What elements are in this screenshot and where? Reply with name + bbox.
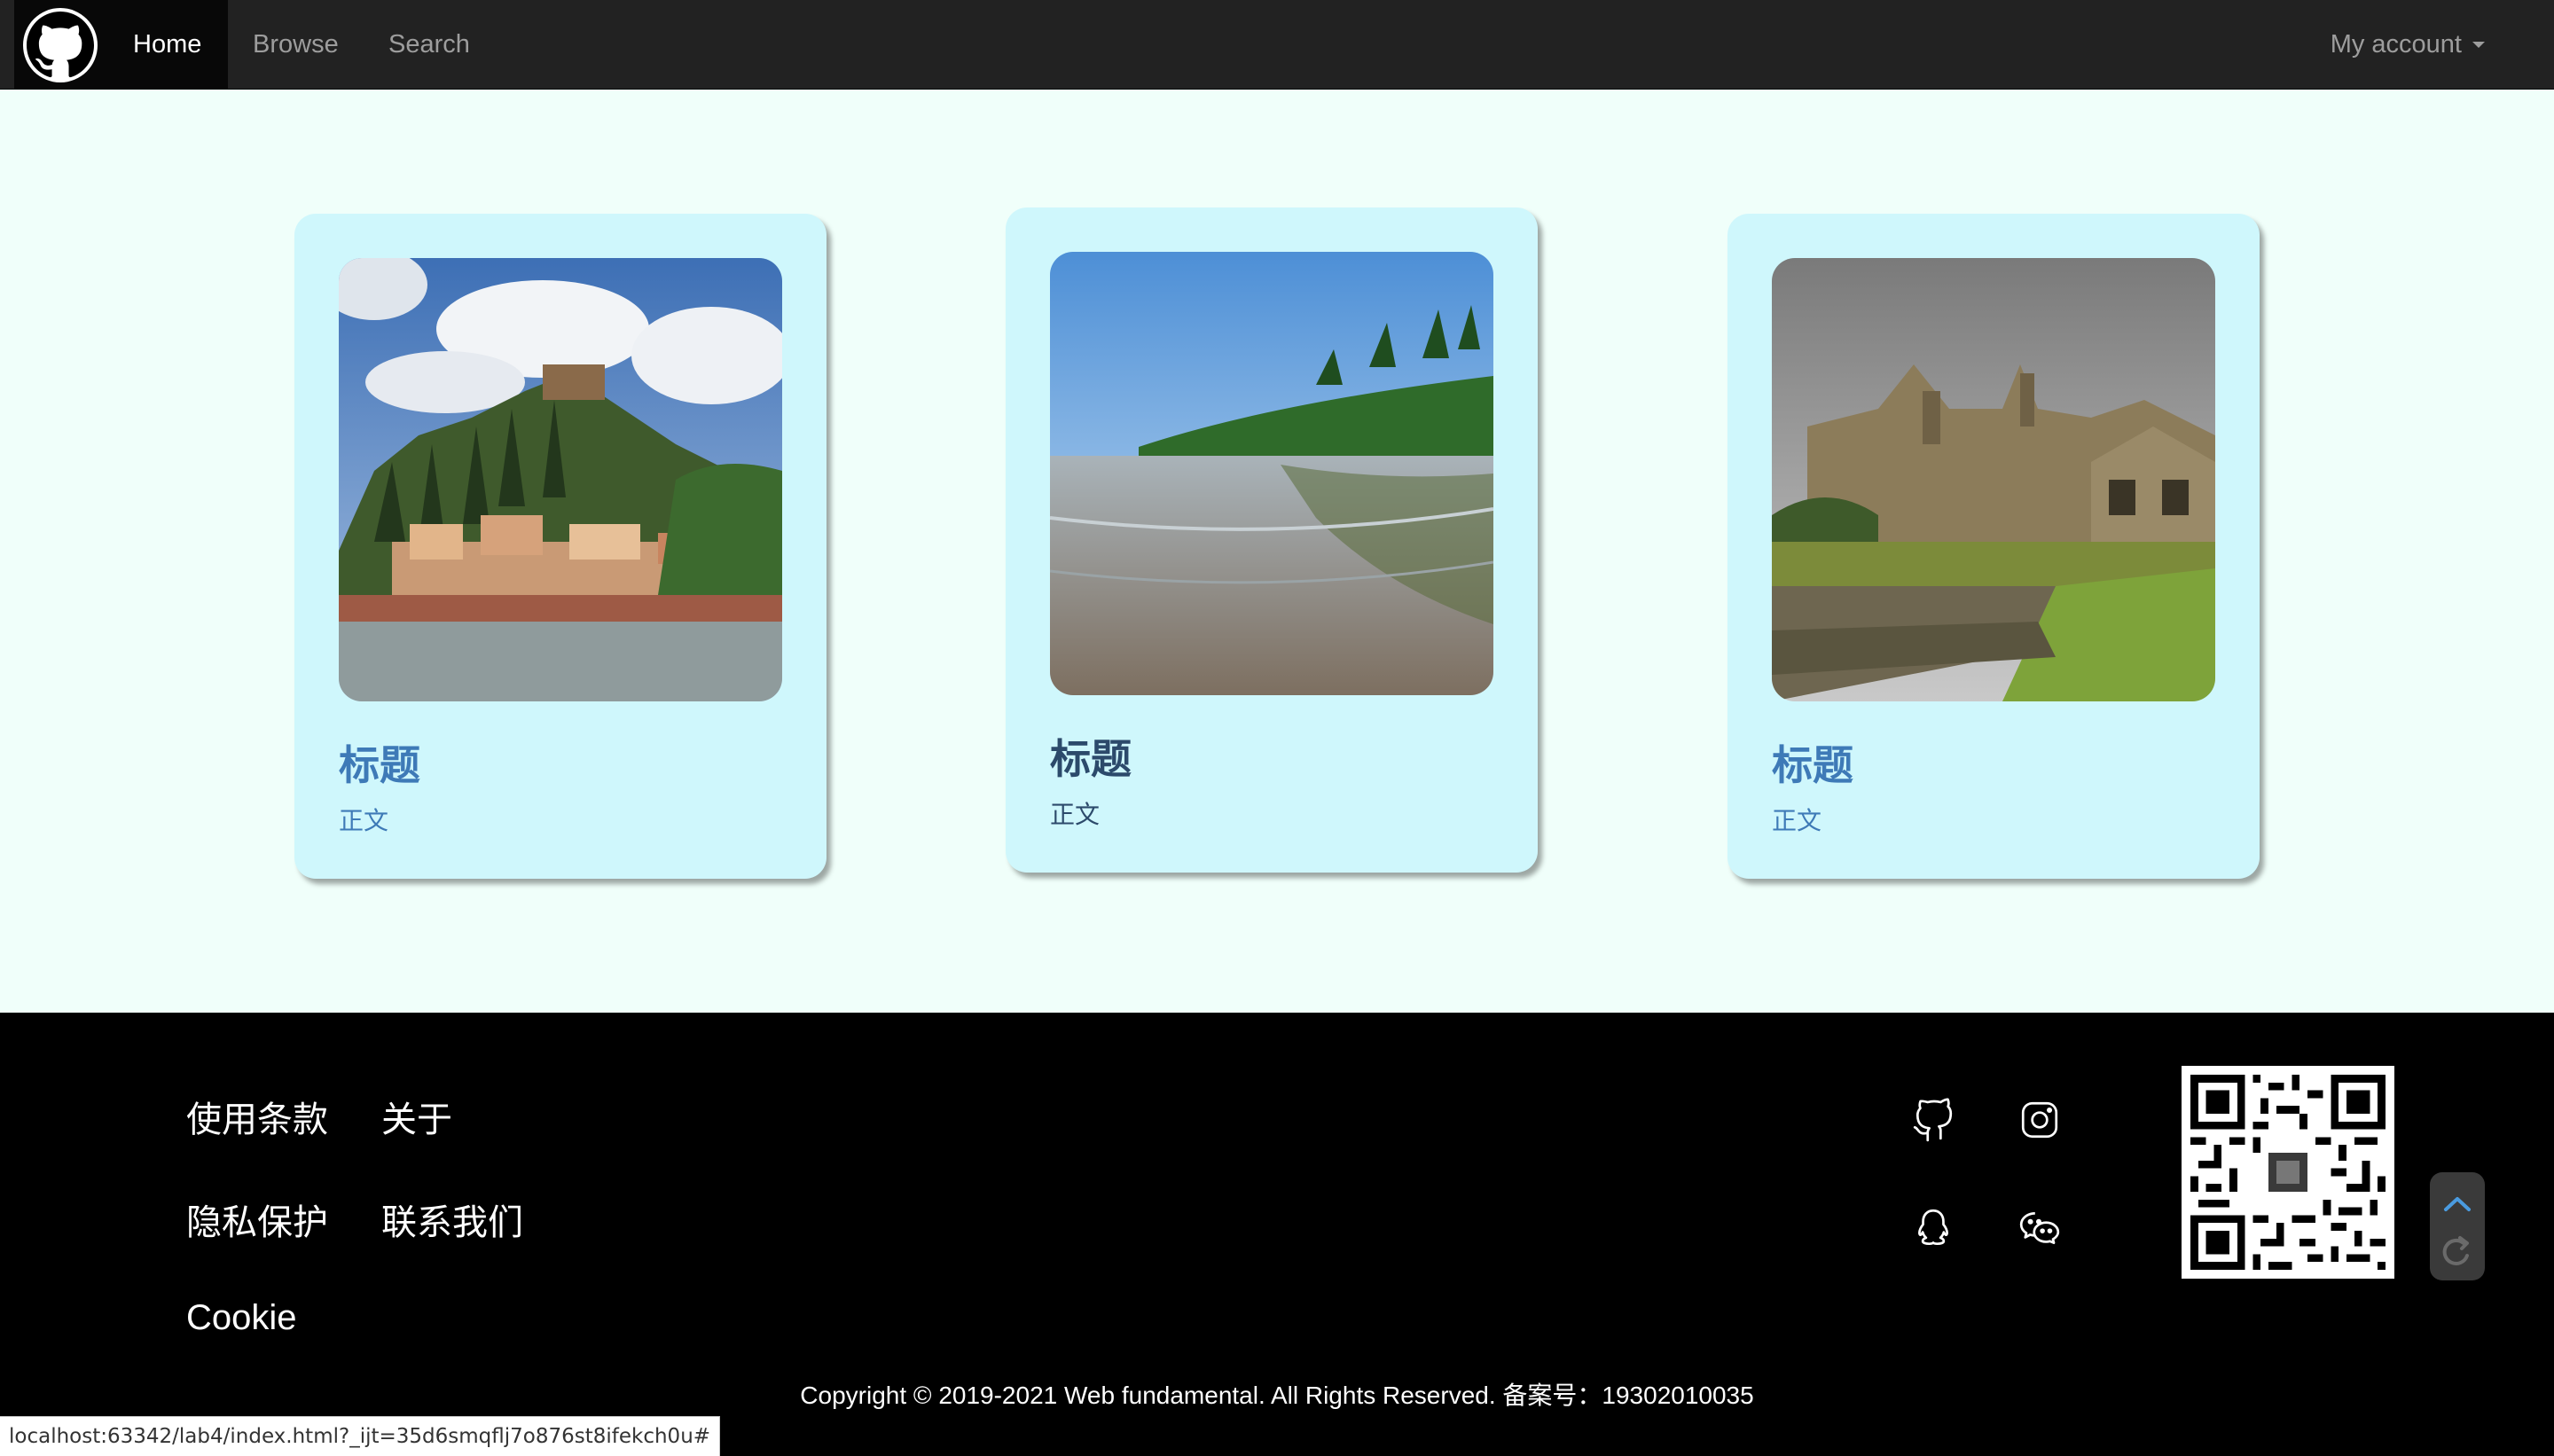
card-3: 标题 正文: [1727, 214, 2260, 879]
github-icon[interactable]: [1911, 1098, 1955, 1142]
card-title[interactable]: 标题: [1772, 733, 1853, 792]
qr-code-image: [2182, 1066, 2394, 1279]
brand-logo-link[interactable]: [14, 0, 106, 90]
palm-beach-photo: [1050, 252, 1493, 695]
card-body-text: 正文: [1772, 807, 1822, 834]
footer-link-terms[interactable]: 使用条款: [186, 1091, 328, 1142]
card-1: 标题 正文: [294, 214, 827, 879]
wechat-icon[interactable]: [2017, 1206, 2062, 1250]
footer-link-contact[interactable]: 联系我们: [381, 1194, 523, 1245]
footer-link-privacy[interactable]: 隐私保护: [186, 1194, 328, 1245]
card-2: 标题 正文: [1006, 207, 1538, 873]
gothic-college-photo: [1772, 258, 2215, 701]
caret-down-icon: [2472, 42, 2485, 48]
footer-link-about[interactable]: 关于: [381, 1091, 452, 1142]
card-title[interactable]: 标题: [1050, 727, 1132, 786]
qq-icon[interactable]: [1911, 1206, 1955, 1250]
nav-browse[interactable]: Browse: [226, 0, 365, 90]
back-to-top-widget[interactable]: [2430, 1172, 2485, 1280]
card-body-text: 正文: [1050, 801, 1101, 828]
nav-search[interactable]: Search: [362, 0, 497, 90]
footer-link-cookie[interactable]: Cookie: [186, 1298, 297, 1338]
browser-status-bar: localhost:63342/lab4/index.html?_ijt=35d…: [0, 1416, 721, 1456]
nav-home[interactable]: Home: [106, 0, 229, 90]
instagram-icon[interactable]: [2017, 1098, 2062, 1142]
card-body-text: 正文: [339, 807, 389, 834]
refresh-icon: [2442, 1238, 2469, 1265]
arrow-up-icon: [2444, 1197, 2471, 1211]
copyright-text: Copyright © 2019-2021 Web fundamental. A…: [800, 1382, 1754, 1409]
my-account-label: My account: [2330, 30, 2462, 59]
my-account-dropdown[interactable]: My account: [2304, 0, 2511, 90]
site-footer: 使用条款 关于 隐私保护 联系我们 Cookie Copyright © 201…: [0, 1013, 2554, 1456]
github-icon: [23, 7, 98, 82]
card-title[interactable]: 标题: [339, 733, 420, 792]
top-navbar: Home Browse Search My account: [0, 0, 2554, 90]
hillside-town-photo: [339, 258, 782, 701]
